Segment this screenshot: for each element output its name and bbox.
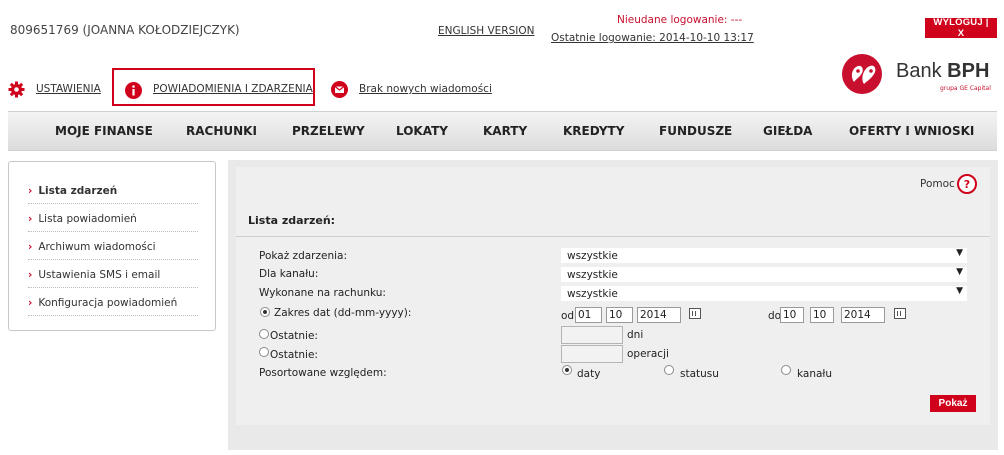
nav-item-rachunki[interactable]: RACHUNKI xyxy=(186,124,257,138)
main-nav: MOJE FINANSE RACHUNKI PRZELEWY LOKATY KA… xyxy=(8,111,997,151)
nav-item-lokaty[interactable]: LOKATY xyxy=(396,124,448,138)
last-ops-radio[interactable] xyxy=(259,347,269,357)
bank-subtitle: grupa GE Capital xyxy=(940,85,991,92)
sidebar-item-label: Lista zdarzeń xyxy=(38,185,118,197)
chevron-right-icon: › xyxy=(28,213,33,225)
notifications-events-link[interactable]: POWIADOMIENIA I ZDARZENIA xyxy=(153,83,313,95)
last-ops-label: Ostatnie: xyxy=(270,349,318,361)
dropdown-arrow-icon: ▼ xyxy=(956,248,963,258)
from-year-input[interactable] xyxy=(637,307,681,323)
sidebar-item-lista-powiadomien[interactable]: › Lista powiadomień xyxy=(28,213,198,232)
nav-item-przelewy[interactable]: PRZELEWY xyxy=(292,124,365,138)
nav-item-moje-finanse[interactable]: MOJE FINANSE xyxy=(55,124,153,138)
account-select[interactable]: wszystkie ▼ xyxy=(561,286,967,301)
sort-status-label: statusu xyxy=(680,368,719,380)
sort-label: Posortowane względem: xyxy=(259,367,387,379)
show-button[interactable]: Pokaż xyxy=(930,395,976,412)
nav-item-gielda[interactable]: GIEŁDA xyxy=(763,124,812,138)
channel-label: Dla kanału: xyxy=(259,268,319,280)
sidebar-item-lista-zdarzen[interactable]: › Lista zdarzeń xyxy=(28,185,198,204)
gear-icon[interactable] xyxy=(8,81,25,98)
channel-select[interactable]: wszystkie ▼ xyxy=(561,267,967,282)
form-title: Lista zdarzeń: xyxy=(248,214,336,227)
date-range-radio[interactable] xyxy=(260,307,270,317)
nav-item-fundusze[interactable]: FUNDUSZE xyxy=(659,124,732,138)
last-login-text[interactable]: Ostatnie logowanie: 2014-10-10 13:17 xyxy=(551,32,754,44)
sidebar-item-archiwum[interactable]: › Archiwum wiadomości xyxy=(28,241,198,260)
sort-channel-radio[interactable] xyxy=(781,365,791,375)
help-label[interactable]: Pomoc xyxy=(920,178,955,190)
from-month-input[interactable] xyxy=(606,307,633,323)
settings-link[interactable]: USTAWIENIA xyxy=(36,83,101,95)
bank-name-part: Bank xyxy=(896,60,948,82)
dropdown-arrow-icon: ▼ xyxy=(956,267,963,277)
messages-link[interactable]: Brak nowych wiadomości xyxy=(359,83,492,95)
bank-name-bold: BPH xyxy=(947,60,990,82)
logout-button[interactable]: WYLOGUJ | X xyxy=(925,17,997,39)
account-info: 809651769 (JOANNA KOŁODZIEJCZYK) xyxy=(10,23,240,37)
info-icon[interactable] xyxy=(125,82,142,99)
sort-status-radio[interactable] xyxy=(664,365,674,375)
ops-unit: operacji xyxy=(627,348,669,360)
to-month-input[interactable] xyxy=(810,307,834,323)
nav-item-oferty-i-wnioski[interactable]: OFERTY I WNIOSKI xyxy=(849,124,974,138)
chevron-right-icon: › xyxy=(28,241,33,253)
sidebar-item-konfiguracja[interactable]: › Konfiguracja powiadomień xyxy=(28,297,198,316)
sidebar-item-label: Konfiguracja powiadomień xyxy=(38,297,178,309)
chevron-right-icon: › xyxy=(28,185,33,197)
calendar-icon[interactable] xyxy=(689,308,701,319)
last-days-input[interactable] xyxy=(561,326,623,344)
calendar-icon[interactable] xyxy=(894,308,906,319)
from-day-input[interactable] xyxy=(575,307,602,323)
english-version-link[interactable]: ENGLISH VERSION xyxy=(438,25,534,37)
envelope-icon[interactable] xyxy=(331,81,348,98)
show-events-select[interactable]: wszystkie ▼ xyxy=(561,248,967,263)
select-value: wszystkie xyxy=(567,287,618,300)
to-year-input[interactable] xyxy=(841,307,885,323)
to-day-input[interactable] xyxy=(780,307,804,323)
dropdown-arrow-icon: ▼ xyxy=(956,286,963,296)
sort-date-label: daty xyxy=(577,368,601,380)
date-range-label: Zakres dat (dd-mm-yyyy): xyxy=(274,307,412,319)
sidebar-item-label: Lista powiadomień xyxy=(38,213,137,225)
sidebar-item-label: Ustawienia SMS i email xyxy=(38,269,161,281)
select-value: wszystkie xyxy=(567,249,618,262)
last-days-label: Ostatnie: xyxy=(270,330,318,342)
chevron-right-icon: › xyxy=(28,297,33,309)
failed-logins-text: Nieudane logowanie: --- xyxy=(617,14,743,26)
nav-item-karty[interactable]: KARTY xyxy=(483,124,527,138)
bank-name: Bank BPH xyxy=(896,60,989,83)
divider xyxy=(236,236,990,237)
sidebar: › Lista zdarzeń › Lista powiadomień › Archi… xyxy=(8,161,216,331)
from-label: od xyxy=(561,310,575,322)
select-value: wszystkie xyxy=(567,268,618,281)
last-days-radio[interactable] xyxy=(259,329,269,339)
chevron-right-icon: › xyxy=(28,269,33,281)
sort-date-radio[interactable] xyxy=(562,365,572,375)
last-ops-input[interactable] xyxy=(561,345,623,363)
sort-channel-label: kanału xyxy=(797,368,833,380)
sidebar-item-label: Archiwum wiadomości xyxy=(38,241,156,253)
days-unit: dni xyxy=(627,329,644,341)
nav-item-kredyty[interactable]: KREDYTY xyxy=(563,124,624,138)
show-events-label: Pokaż zdarzenia: xyxy=(259,250,348,262)
account-label: Wykonane na rachunku: xyxy=(259,287,386,299)
sidebar-item-ustawienia-sms[interactable]: › Ustawienia SMS i email xyxy=(28,269,198,288)
help-icon[interactable]: ? xyxy=(957,174,977,194)
